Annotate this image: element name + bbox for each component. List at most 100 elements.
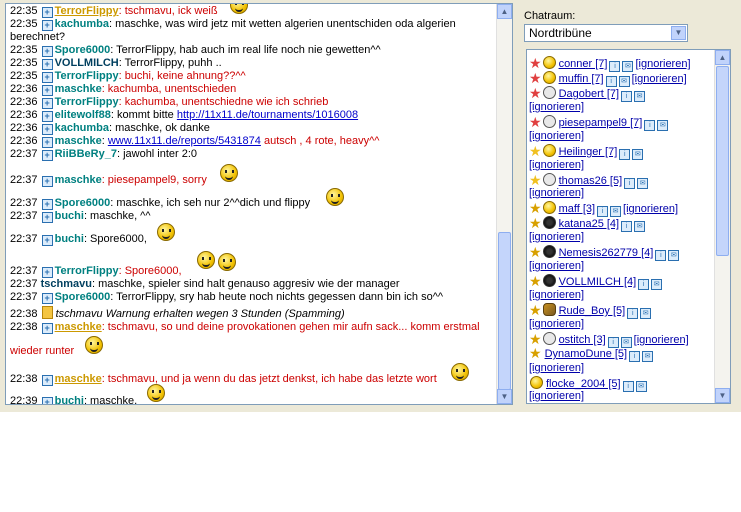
nick[interactable]: TerrorFlippy [55,70,119,82]
scroll-down-button[interactable]: ▼ [715,388,730,403]
nick[interactable]: buchi [55,210,84,222]
add-icon[interactable]: + [41,7,53,18]
info-icon[interactable]: i [629,351,641,362]
chevron-down-icon[interactable]: ▼ [671,26,686,40]
scroll-up-button[interactable]: ▲ [715,50,730,65]
ignore-link[interactable]: [ignorieren] [634,334,689,346]
scroll-up-button[interactable]: ▲ [497,4,512,19]
ignore-link[interactable]: [ignorieren] [635,58,690,70]
user-name[interactable]: Heilinger [7] [559,146,618,158]
nick[interactable]: kachumba [55,122,109,134]
report-link[interactable]: www.11x11.de/reports/5431874 [108,135,261,147]
add-icon[interactable]: + [41,72,53,83]
add-icon[interactable]: + [41,59,53,70]
ignore-link[interactable]: [ignorieren] [529,289,584,301]
message-icon[interactable]: ✉ [668,250,680,261]
add-icon[interactable]: + [41,137,53,148]
add-icon[interactable]: + [41,323,53,334]
message-icon[interactable]: ✉ [642,351,654,362]
ignore-link[interactable]: [ignorieren] [529,130,584,142]
nick[interactable]: kachumba [55,18,109,30]
nick[interactable]: maschke [55,174,102,186]
ignore-link[interactable]: [ignorieren] [529,390,584,402]
info-icon[interactable]: i [621,91,633,102]
info-icon[interactable]: i [621,221,633,232]
user-name[interactable]: thomas26 [5] [559,175,623,187]
nick[interactable]: TerrorFlippy [55,5,119,17]
nick[interactable]: tschmavu [41,278,92,290]
chat-log[interactable]: 22:35 + TerrorFlippy: tschmavu, ick weiß … [5,3,513,405]
nick[interactable]: TerrorFlippy [55,265,119,277]
user-name[interactable]: VOLLMILCH [4] [559,276,637,288]
nick[interactable]: maschke [55,83,102,95]
chat-scrollbar[interactable]: ▲ ▼ [496,4,512,404]
add-icon[interactable]: + [41,46,53,57]
ignore-link[interactable]: [ignorieren] [632,73,687,85]
user-list-scrollbar[interactable]: ▲ ▼ [714,50,730,403]
ignore-link[interactable]: [ignorieren] [529,362,584,374]
ignore-link[interactable]: [ignorieren] [529,101,584,113]
message-icon[interactable]: ✉ [651,279,663,290]
add-icon[interactable]: + [41,20,53,31]
ignore-link[interactable]: [ignorieren] [529,260,584,272]
user-name[interactable]: ostitch [3] [559,334,606,346]
add-icon[interactable]: + [41,199,53,210]
nick[interactable]: elitewolf88 [55,109,111,121]
add-icon[interactable]: + [41,111,53,122]
nick[interactable]: buchi [55,233,84,245]
nick[interactable]: VOLLMILCH [55,57,119,69]
message-icon[interactable]: ✉ [637,178,649,189]
scroll-down-button[interactable]: ▼ [497,389,512,404]
user-name[interactable]: DynamoDune [5] [545,348,628,360]
info-icon[interactable]: i [624,178,636,189]
nick[interactable]: Spore6000 [55,44,111,56]
add-icon[interactable]: + [41,375,53,386]
add-icon[interactable]: + [41,397,53,404]
add-icon[interactable]: + [41,267,53,278]
user-name[interactable]: flocke_2004 [5] [546,378,621,390]
add-icon[interactable]: + [41,85,53,96]
nick[interactable]: maschke [55,135,102,147]
nick[interactable]: RiiBBeRy_7 [55,148,117,160]
add-icon[interactable]: + [41,176,53,187]
user-list[interactable]: ★ conner [7] i ✉ [ignorieren] ★ muffin [7] i ✉[… [526,49,731,404]
info-icon[interactable]: i [619,149,631,160]
message-icon[interactable]: ✉ [634,91,646,102]
tournament-link[interactable]: http://11x11.de/tournaments/1016008 [177,109,358,121]
message-icon[interactable]: ✉ [632,149,644,160]
message-icon[interactable]: ✉ [635,381,647,392]
nick[interactable]: buchi [55,395,84,404]
user-name[interactable]: Dagobert [7] [559,88,620,100]
info-icon[interactable]: i [638,279,650,290]
info-icon[interactable]: i [627,308,639,319]
message-icon[interactable]: ✉ [640,308,652,319]
message-icon[interactable]: ✉ [634,221,646,232]
add-icon[interactable]: + [41,98,53,109]
add-icon[interactable]: + [41,235,53,246]
user-name[interactable]: muffin [7] [559,73,604,85]
add-icon[interactable]: + [41,293,53,304]
user-name[interactable]: maff [3] [559,203,595,215]
nick[interactable]: TerrorFlippy [55,96,119,108]
ignore-link[interactable]: [ignorieren] [529,187,584,199]
info-icon[interactable]: i [655,250,667,261]
user-name[interactable]: conner [7] [559,58,608,70]
room-select[interactable]: Nordtribüne ▼ [524,24,688,42]
ignore-link[interactable]: [ignorieren] [623,203,678,215]
ignore-link[interactable]: [ignorieren] [529,318,584,330]
message-icon[interactable]: ✉ [657,120,669,131]
user-name[interactable]: katana25 [4] [559,218,620,230]
nick[interactable]: Spore6000 [55,197,111,209]
user-name[interactable]: Nemesis262779 [4] [559,247,654,259]
user-name[interactable]: Rude_Boy [5] [559,305,626,317]
ignore-link[interactable]: [ignorieren] [529,159,584,171]
scroll-thumb[interactable] [498,232,511,390]
nick[interactable]: maschke [55,373,102,385]
user-name[interactable]: piesepampel9 [7] [559,117,643,129]
info-icon[interactable]: i [644,120,656,131]
nick[interactable]: Spore6000 [55,291,111,303]
nick[interactable]: maschke [55,321,102,333]
add-icon[interactable]: + [41,212,53,223]
add-icon[interactable]: + [41,150,53,161]
ignore-link[interactable]: [ignorieren] [529,231,584,243]
